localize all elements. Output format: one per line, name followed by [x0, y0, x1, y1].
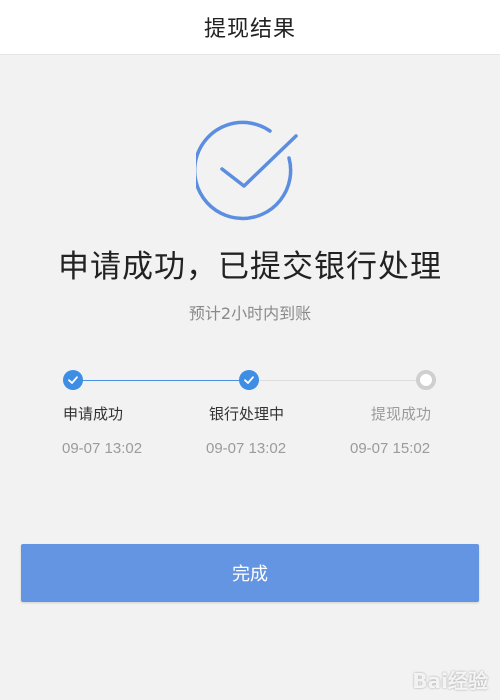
done-button[interactable]: 完成 — [21, 544, 479, 602]
step-2-check-icon — [239, 370, 259, 390]
step-3-label: 提现成功 — [371, 405, 432, 423]
step-1-time: 09-07 13:02 — [62, 440, 143, 457]
page-title: 提现结果 — [203, 17, 296, 42]
step-2-time: 09-07 13:02 — [206, 440, 287, 457]
step-3-time: 09-07 15:02 — [350, 440, 431, 457]
result-title: 申请成功，已提交银行处理 — [58, 249, 442, 285]
check-circle-icon — [196, 120, 298, 221]
watermark-logo: Bai经验 — [412, 669, 488, 693]
step-2-label: 银行处理中 — [209, 405, 285, 423]
progress-line-completed — [73, 380, 249, 381]
top-bar: 提现结果 — [0, 0, 500, 55]
step-3-ring-icon — [416, 370, 436, 390]
step-1-label: 申请成功 — [63, 405, 124, 423]
progress-line-pending — [249, 380, 426, 381]
step-1-check-icon — [63, 370, 83, 390]
result-subtitle: 预计2小时内到账 — [188, 304, 312, 323]
check-icon — [244, 376, 254, 384]
check-icon — [68, 376, 78, 384]
